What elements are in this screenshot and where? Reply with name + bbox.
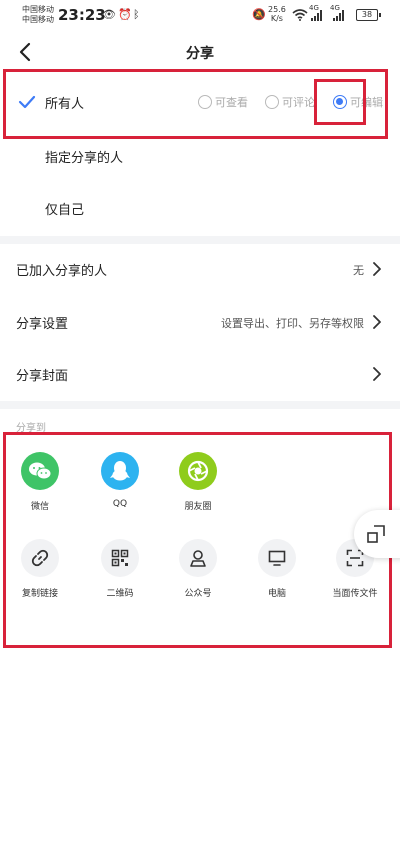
share-cover-row[interactable]: 分享封面 xyxy=(0,348,400,400)
joined-people-label: 已加入分享的人 xyxy=(16,264,108,279)
picture-in-picture-icon xyxy=(367,525,385,543)
person-icon xyxy=(179,539,217,577)
only-me-label: 仅自己 xyxy=(45,203,85,218)
status-bar: 中国移动 中国移动 23:23 👁 ⏰ ᛒ 🔕 25.6 K/s 4G 4G 3… xyxy=(0,0,400,32)
signal-icon-1 xyxy=(311,10,322,21)
wechat-icon xyxy=(21,452,59,490)
page-title: 分享 xyxy=(186,46,214,62)
chevron-right-icon xyxy=(373,367,381,381)
share-settings-row[interactable]: 分享设置 设置导出、打印、另存等权限 xyxy=(0,296,400,348)
share-settings-value: 设置导出、打印、另存等权限 xyxy=(221,317,364,330)
joined-people-value: 无 xyxy=(353,264,364,277)
chevron-right-icon xyxy=(373,315,381,329)
joined-people-row[interactable]: 已加入分享的人 无 xyxy=(0,243,400,295)
share-cover-label: 分享封面 xyxy=(16,369,69,384)
copy-link-label: 复制链接 xyxy=(21,589,58,599)
monitor-icon xyxy=(258,539,296,577)
link-icon xyxy=(21,539,59,577)
share-computer[interactable]: 电脑 xyxy=(242,539,312,599)
share-copy-link[interactable]: 复制链接 xyxy=(5,539,75,599)
permission-row-specified[interactable]: 指定分享的人 xyxy=(0,130,400,182)
battery-icon: 38 xyxy=(356,9,381,21)
carrier-names: 中国移动 中国移动 xyxy=(22,5,54,25)
share-wechat[interactable]: 微信 xyxy=(5,452,75,512)
alarm-icon: ⏰ xyxy=(118,8,132,21)
bluetooth-icon: ᛒ xyxy=(133,8,140,21)
chevron-right-icon xyxy=(373,262,381,276)
network-speed: 25.6 K/s xyxy=(268,5,286,23)
qr-code-label: 二维码 xyxy=(106,589,134,599)
official-account-label: 公众号 xyxy=(184,589,212,599)
highlight-edit-option xyxy=(314,79,366,125)
mute-icon: 🔕 xyxy=(252,8,266,21)
permission-row-only-me[interactable]: 仅自己 xyxy=(0,182,400,234)
floating-window-button[interactable] xyxy=(354,510,400,558)
share-qq[interactable]: QQ xyxy=(85,452,155,509)
share-qr-code[interactable]: 二维码 xyxy=(85,539,155,599)
specified-label: 指定分享的人 xyxy=(45,151,124,166)
qq-label: QQ xyxy=(112,499,128,509)
computer-label: 电脑 xyxy=(267,589,286,599)
eye-icon: 👁 xyxy=(102,8,116,21)
share-settings-label: 分享设置 xyxy=(16,317,69,332)
share-moments[interactable]: 朋友圈 xyxy=(163,452,233,512)
carrier-1: 中国移动 xyxy=(22,5,54,14)
moments-label: 朋友圈 xyxy=(184,502,212,512)
qr-code-icon xyxy=(101,539,139,577)
moments-aperture-icon xyxy=(179,452,217,490)
share-official-account[interactable]: 公众号 xyxy=(163,539,233,599)
carrier-2: 中国移动 xyxy=(22,15,54,24)
section-divider xyxy=(0,401,400,409)
status-time: 23:23 xyxy=(58,6,106,24)
face-to-face-label: 当面传文件 xyxy=(332,589,378,599)
signal-icon-2 xyxy=(333,10,344,21)
qq-penguin-icon xyxy=(101,452,139,490)
header: 分享 xyxy=(0,32,400,72)
wifi-icon xyxy=(292,9,308,21)
wechat-label: 微信 xyxy=(30,502,49,512)
